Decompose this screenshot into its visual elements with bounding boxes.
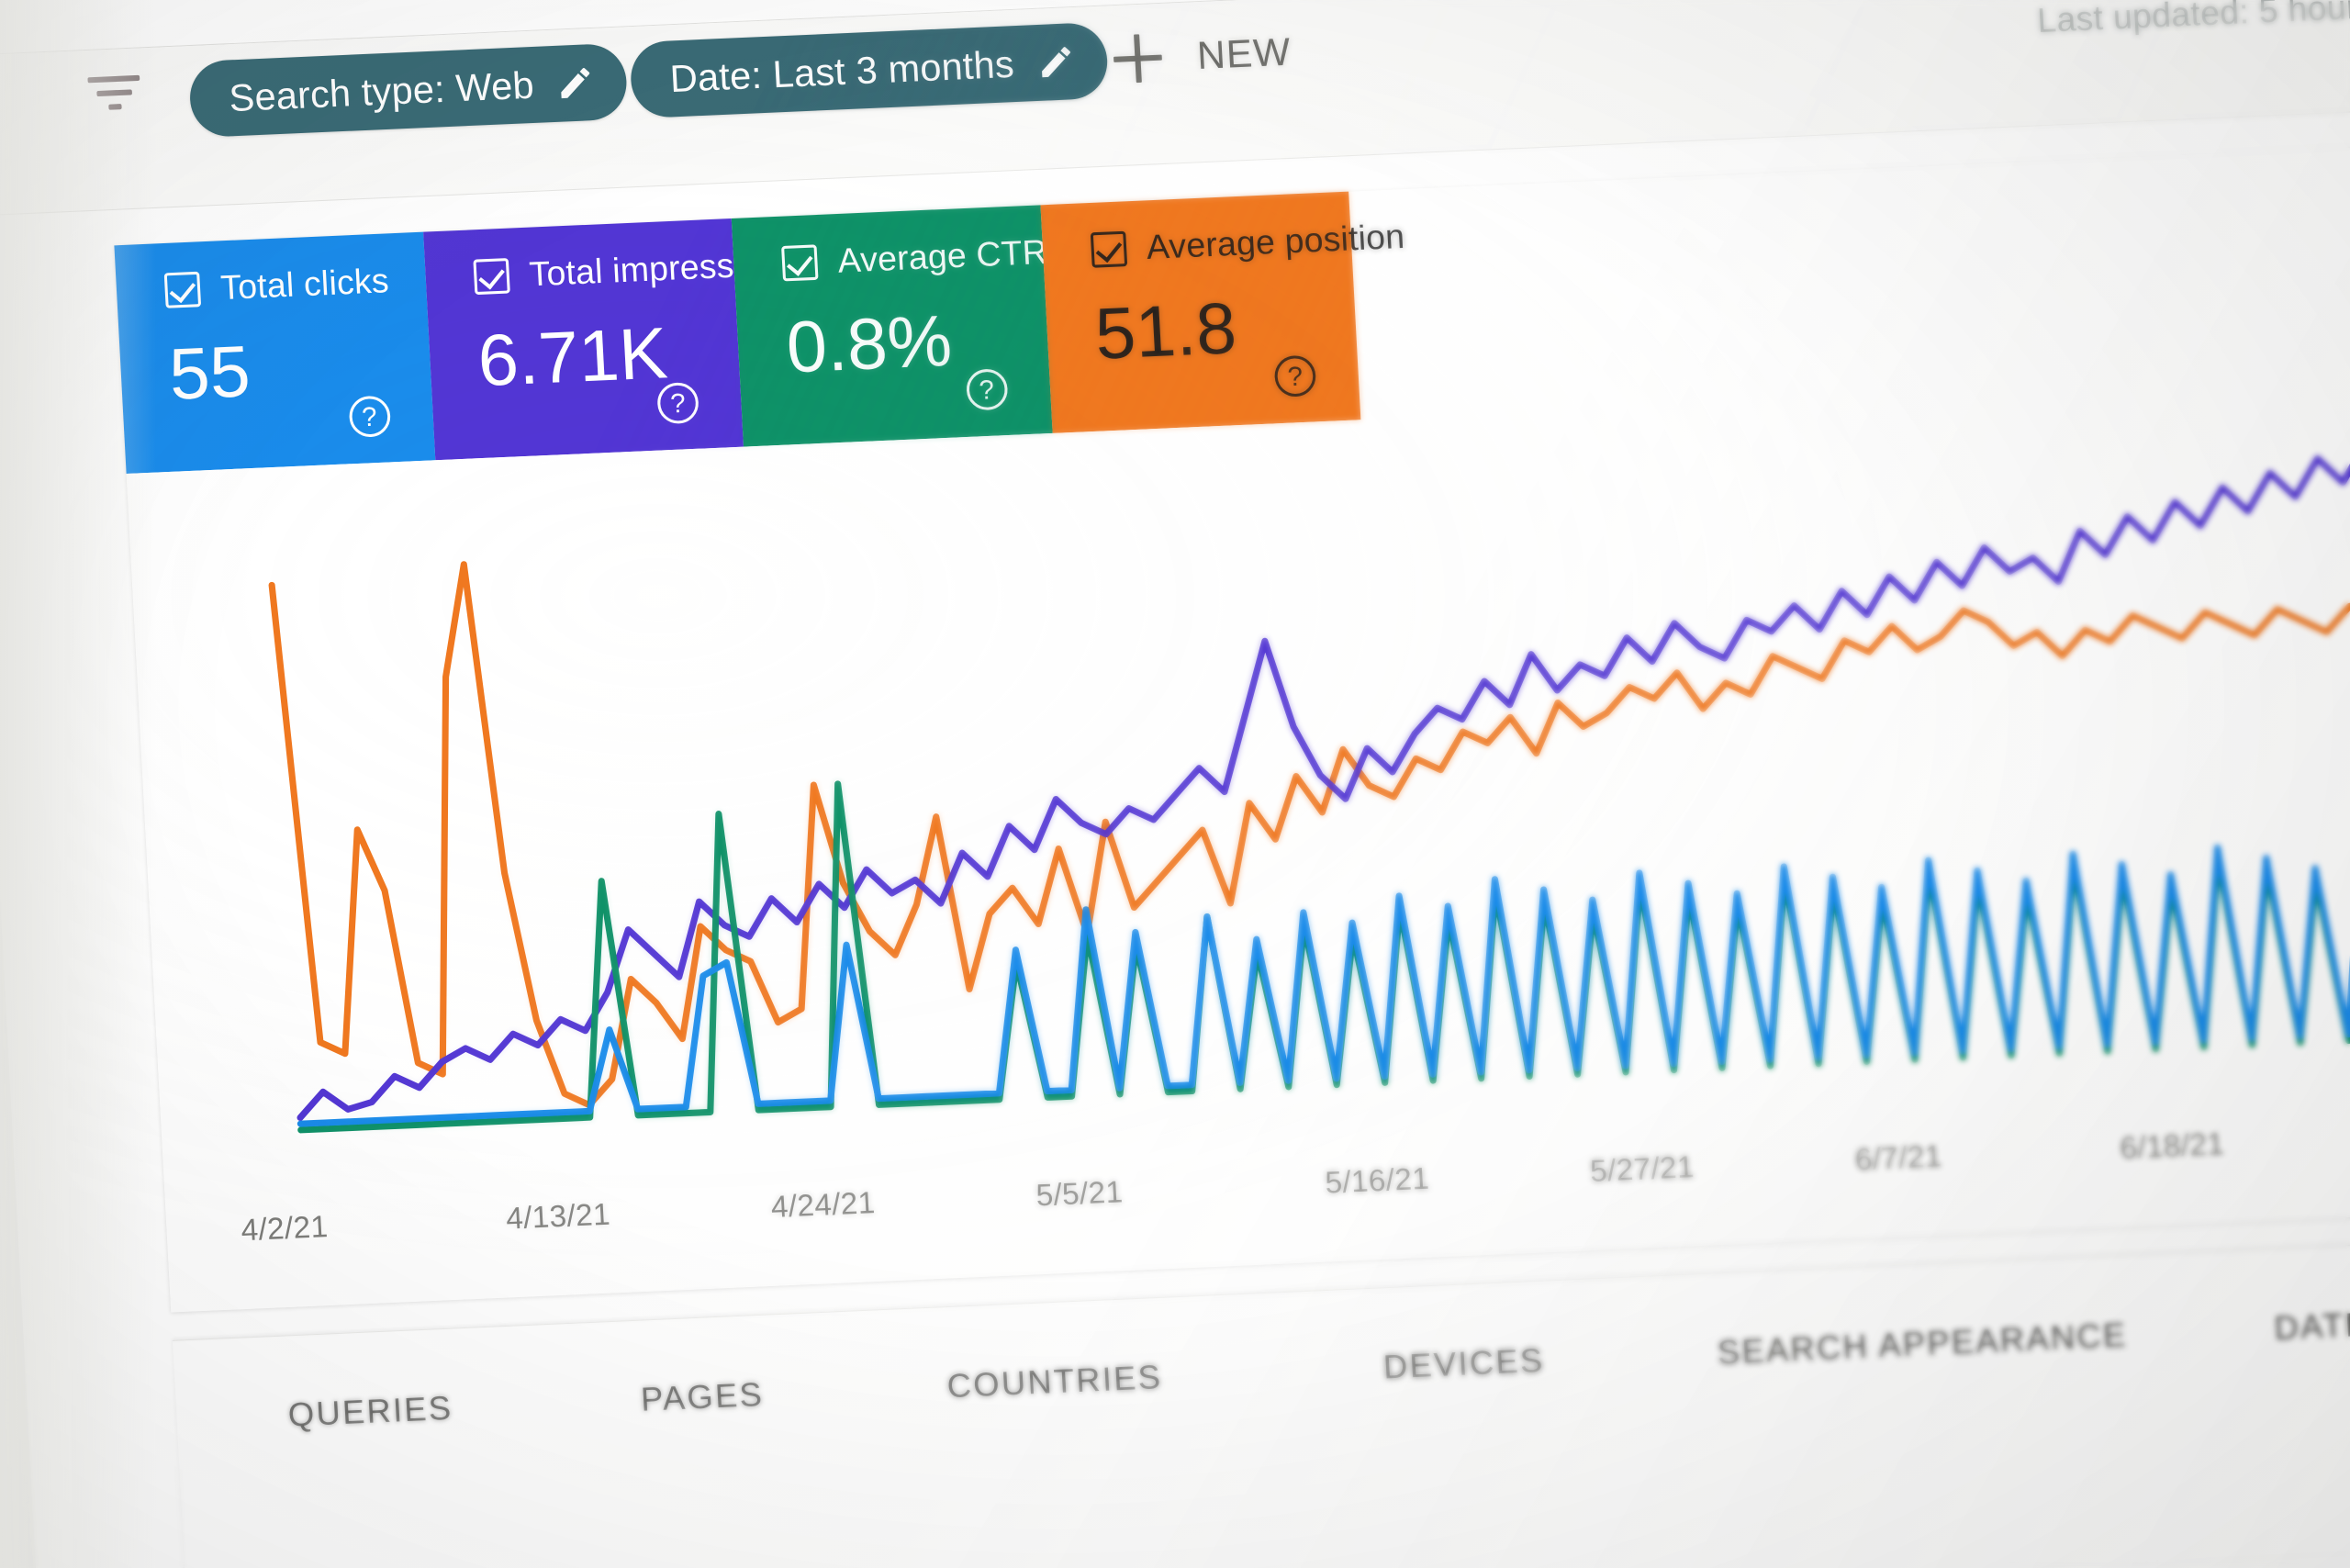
metric-card-header: Total clicks — [163, 260, 427, 310]
tab-pages[interactable]: PAGES — [640, 1375, 765, 1419]
metric-name: Total clicks — [219, 261, 390, 308]
chart-x-tick-label: 4/13/21 — [505, 1196, 611, 1236]
chart-svg — [268, 426, 2350, 1134]
metric-card-average-ctr[interactable]: Average CTR 0.8% ? — [731, 205, 1053, 447]
performance-line-chart[interactable]: 4/2/21 4/13/21 4/24/21 5/5/21 5/16/21 5/27/21… — [126, 372, 2350, 1313]
chart-series-line — [268, 561, 2350, 1109]
metric-name: Average CTR — [836, 232, 1048, 280]
metric-card-header: Average position — [1090, 217, 1405, 270]
metric-value: 55 — [167, 330, 252, 416]
chart-x-tick-label: 6/7/21 — [1853, 1137, 1943, 1177]
help-circle-icon[interactable]: ? — [965, 368, 1009, 411]
metric-card-header: Total impressions — [472, 243, 799, 297]
checkbox-checked-icon[interactable] — [163, 271, 202, 308]
photo-stage: Performance Search type: Web Date: — [0, 0, 2350, 1568]
chart-series-line — [297, 426, 2350, 1121]
metric-value: 51.8 — [1092, 286, 1238, 375]
checkbox-checked-icon[interactable] — [1090, 230, 1127, 268]
chart-series-line — [297, 780, 2350, 1134]
filter-line-1 — [87, 74, 140, 84]
new-filter-button[interactable]: NEW — [1112, 19, 1292, 92]
filter-chip-date-label: Date: Last 3 months — [668, 41, 1015, 100]
checkbox-checked-icon[interactable] — [781, 244, 819, 282]
metric-card-total-impressions[interactable]: Total impressions 6.71K ? — [422, 218, 799, 461]
plus-icon — [1113, 33, 1163, 84]
chart-x-tick-label: 6/18/21 — [2119, 1126, 2225, 1165]
tab-dates[interactable]: DATES — [2273, 1304, 2350, 1348]
search-console-screen: Performance Search type: Web Date: — [0, 0, 2350, 1568]
checkbox-checked-icon[interactable] — [472, 258, 510, 296]
help-circle-icon[interactable]: ? — [347, 395, 391, 438]
tab-search-appearance[interactable]: SEARCH APPEARANCE — [1717, 1316, 2129, 1372]
tab-devices[interactable]: DEVICES — [1382, 1340, 1546, 1386]
performance-panel: Total clicks 55 ? Total impressions 6.71… — [114, 144, 2350, 1313]
metric-card-average-position[interactable]: Average position 51.8 ? — [1039, 191, 1405, 433]
metric-card-total-clicks[interactable]: Total clicks 55 ? — [114, 231, 435, 474]
filter-chip-search-type-label: Search type: Web — [228, 62, 535, 119]
new-filter-label: NEW — [1195, 29, 1292, 78]
chart-x-tick-label: 5/27/21 — [1589, 1148, 1695, 1189]
chart-x-tick-label: 4/24/21 — [769, 1184, 877, 1225]
filter-line-2 — [96, 89, 133, 97]
chart-x-tick-label: 5/5/21 — [1035, 1173, 1125, 1213]
filter-icon[interactable] — [83, 74, 147, 126]
pencil-icon — [1041, 47, 1070, 78]
pencil-icon — [561, 68, 590, 99]
metric-value: 6.71K — [476, 311, 670, 402]
chart-x-tick-label: 4/2/21 — [240, 1208, 330, 1248]
tab-countries[interactable]: COUNTRIES — [946, 1358, 1164, 1406]
metric-value: 0.8% — [784, 298, 955, 388]
chart-x-tick-label: 5/16/21 — [1324, 1160, 1430, 1200]
tab-queries[interactable]: QUERIES — [287, 1388, 454, 1434]
help-circle-icon[interactable]: ? — [1273, 354, 1317, 398]
help-circle-icon[interactable]: ? — [656, 381, 699, 425]
filter-line-3 — [108, 104, 122, 110]
metric-name: Average position — [1145, 217, 1406, 267]
metric-card-header: Average CTR — [781, 232, 1048, 284]
